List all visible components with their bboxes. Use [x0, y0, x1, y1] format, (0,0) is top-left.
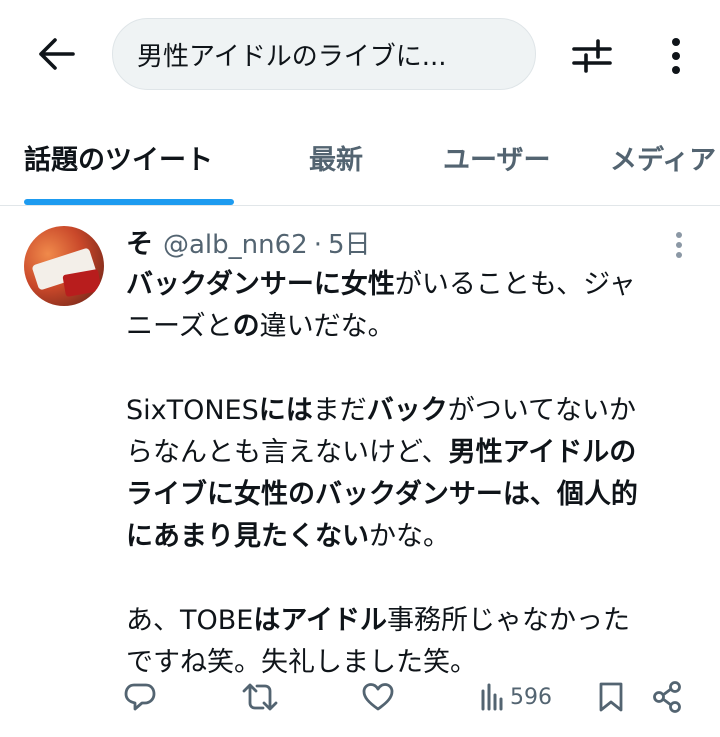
filter-button[interactable]: [566, 30, 618, 82]
bookmark-icon: [599, 682, 623, 712]
tweet-text: バックダンサーに女性がいることも、ジャ ニーズとの違いだな。 SixTONESにはま…: [126, 264, 700, 684]
active-tab-indicator: [24, 199, 234, 205]
arrow-left-icon: [39, 38, 75, 70]
tweet-text-line: あ、TOBEはアイドル事務所じゃなかった: [126, 600, 700, 642]
avatar-detail: [62, 269, 102, 297]
more-options-button[interactable]: [652, 30, 700, 82]
tweet-text-run: SixTONES: [126, 395, 259, 426]
tweet-more-button[interactable]: [664, 228, 694, 262]
tab-top[interactable]: 話題のツイート: [24, 138, 213, 177]
tweet-actions: 596: [0, 672, 720, 722]
search-query-text: 男性アイドルのライブに...: [137, 41, 447, 72]
user-handle[interactable]: @alb_nn62: [163, 230, 308, 260]
retweet-icon: [242, 683, 278, 711]
tweet-text-line: ニーズとの違いだな。: [126, 306, 700, 348]
back-button[interactable]: [30, 28, 82, 80]
retweet-button[interactable]: [242, 678, 278, 716]
tweet-text-run: 違いだな。: [259, 311, 395, 342]
reply-button[interactable]: [124, 678, 156, 716]
tweet-text-bold-run: にあまり見たくない: [126, 521, 369, 552]
tweet-text-line: ライブに女性のバックダンサーは、個人的: [126, 474, 700, 516]
tweet-text-run: かな。: [369, 521, 450, 552]
tweet-text-bold-run: ライブに女性のバックダンサーは、個人的: [126, 479, 638, 510]
bookmark-button[interactable]: [598, 678, 624, 716]
tweet-text-run: がいることも、ジャ: [394, 269, 636, 300]
tab-people[interactable]: ユーザー: [443, 138, 550, 177]
reply-icon: [124, 683, 156, 711]
search-tabs: 話題のツイート 最新 ユーザー メディア: [0, 124, 720, 206]
sliders-icon: [572, 39, 612, 73]
tweet-text-run: ニーズと: [126, 311, 233, 342]
heart-icon: [362, 683, 394, 711]
separator-dot: ·: [313, 230, 322, 260]
views-bar-chart-icon: [481, 683, 503, 711]
tweet-text-bold-run: の: [232, 311, 260, 342]
tweet-time[interactable]: 5日: [328, 224, 371, 261]
tab-latest[interactable]: 最新: [309, 138, 363, 177]
tweet-text-bold-run: はアイドル: [253, 605, 387, 636]
tweet-text-run: あ、TOBE: [126, 605, 254, 636]
search-input[interactable]: 男性アイドルのライブに...: [112, 18, 536, 90]
tweet[interactable]: そ @alb_nn62 · 5日 バックダンサーに女性がいることも、ジャ ニーズと…: [0, 206, 720, 737]
tweet-text-bold-run: バックダンサーに女性: [126, 269, 395, 300]
avatar[interactable]: [24, 226, 104, 306]
tweet-text-line: SixTONESにはまだバックがついてないか: [126, 390, 700, 432]
top-bar: 男性アイドルのライブに...: [0, 0, 720, 108]
tab-media[interactable]: メディア: [610, 138, 716, 177]
tweet-text-run: らなんとも言えないけど、: [126, 437, 449, 468]
tweet-text-bold-run: には: [258, 395, 313, 426]
share-button[interactable]: [652, 678, 682, 716]
display-name[interactable]: そ: [126, 222, 153, 261]
tweet-text-run: がついてないか: [447, 395, 636, 426]
tweet-text-bold-run: 男性アイドルの: [448, 437, 637, 468]
share-icon: [653, 681, 681, 713]
tweet-text-run: 事務所じゃなかった: [386, 605, 630, 636]
tweet-text-line: バックダンサーに女性がいることも、ジャ: [126, 264, 700, 306]
tweet-text-run: まだ: [312, 395, 367, 426]
views-count: 596: [510, 684, 552, 710]
tweet-text-line: にあまり見たくないかな。: [126, 516, 700, 558]
tweet-text-line: らなんとも言えないけど、男性アイドルの: [126, 432, 700, 474]
tweet-header: そ @alb_nn62 · 5日: [126, 222, 371, 261]
more-vertical-icon: [676, 232, 682, 258]
tweet-text-bold-run: バック: [366, 395, 448, 426]
views-button[interactable]: 596: [480, 678, 552, 716]
like-button[interactable]: [362, 678, 394, 716]
more-vertical-icon: [672, 38, 680, 74]
